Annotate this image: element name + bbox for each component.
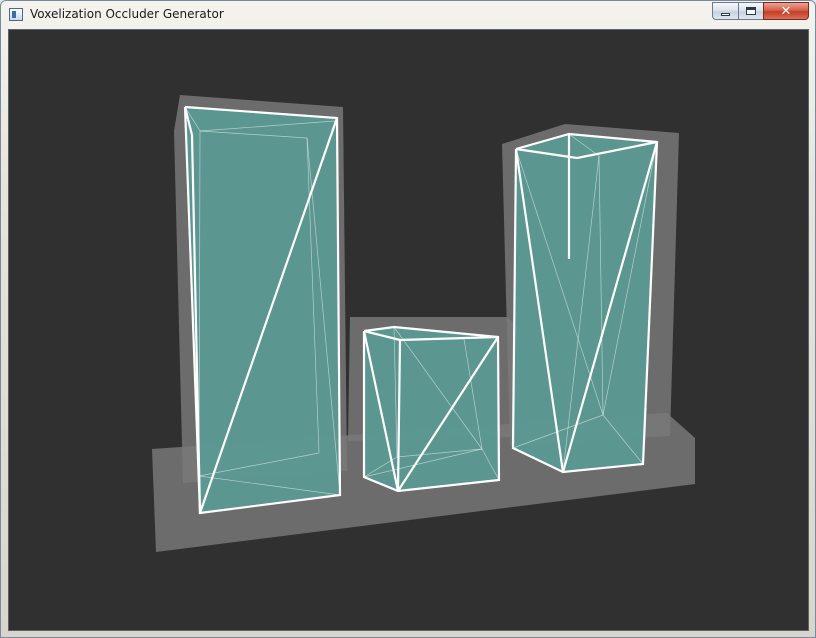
minimize-icon: [721, 12, 730, 16]
render-viewport[interactable]: [8, 29, 809, 631]
app-window-icon[interactable]: [9, 8, 23, 21]
tall-box-mesh: [183, 105, 342, 515]
close-icon: ✕: [780, 3, 792, 19]
window-title: Voxelization Occluder Generator: [30, 7, 224, 21]
caption-buttons: ✕: [712, 2, 809, 21]
close-button[interactable]: ✕: [763, 2, 809, 20]
maximize-icon: [746, 7, 756, 15]
small-cube-fill: [364, 327, 499, 491]
app-window: Voxelization Occluder Generator ✕: [0, 0, 816, 638]
minimize-button[interactable]: [712, 2, 738, 20]
tall-box-fill: [185, 107, 340, 513]
maximize-button[interactable]: [738, 2, 763, 20]
leaning-box-mesh: [511, 132, 659, 474]
small-cube-mesh: [362, 325, 501, 493]
title-bar[interactable]: Voxelization Occluder Generator ✕: [1, 1, 815, 30]
scene-canvas: [152, 95, 695, 552]
